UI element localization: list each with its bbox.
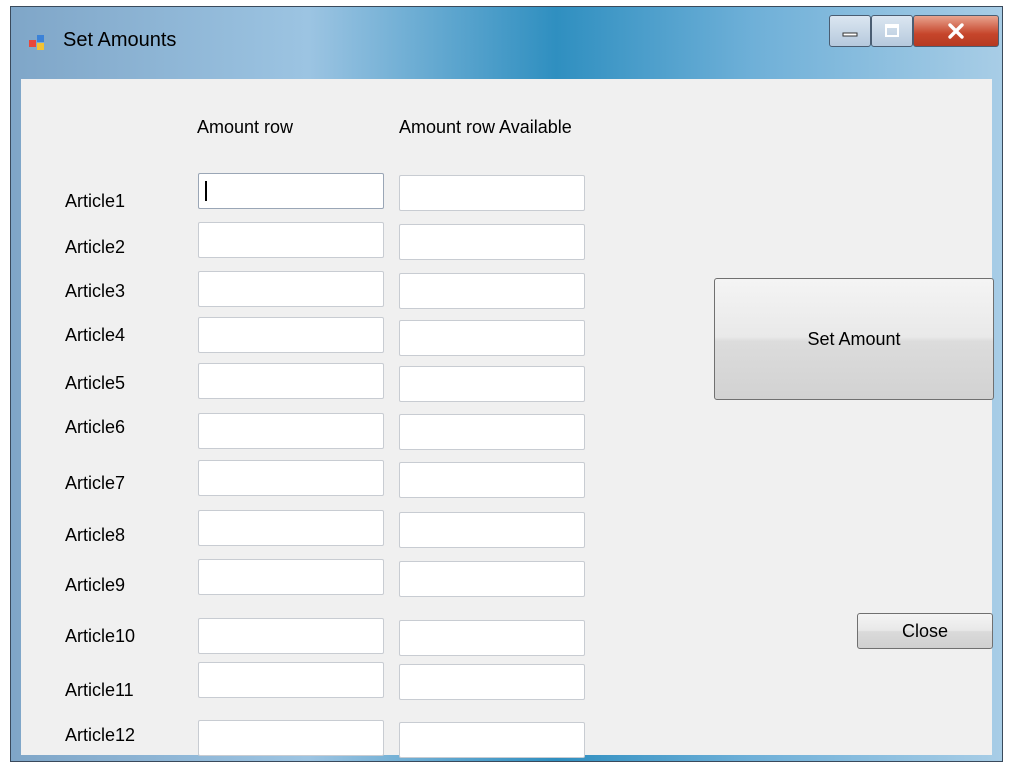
article-label: Article10 — [65, 626, 136, 646]
amount-input-article7[interactable] — [198, 460, 384, 496]
article-label: Article5 — [65, 373, 126, 393]
app-icon — [29, 35, 45, 51]
article-label: Article4 — [65, 325, 126, 345]
available-input-article8[interactable] — [399, 512, 585, 548]
text-caret — [205, 181, 207, 201]
available-input-article3[interactable] — [399, 273, 585, 309]
available-input-article12[interactable] — [399, 722, 585, 758]
article-label: Article3 — [65, 281, 126, 301]
available-input-article11[interactable] — [399, 664, 585, 700]
article-label: Article9 — [65, 575, 126, 595]
window-title: Set Amounts — [63, 29, 177, 51]
article-label: Article11 — [65, 680, 134, 700]
amount-row-header: Amount row — [197, 117, 294, 137]
available-input-article6[interactable] — [399, 414, 585, 450]
amount-input-article11[interactable] — [198, 662, 384, 698]
minimize-button[interactable] — [829, 15, 871, 47]
amount-input-article3[interactable] — [198, 271, 384, 307]
maximize-button[interactable] — [871, 15, 913, 47]
available-input-article4[interactable] — [399, 320, 585, 356]
app-window: Set Amounts Amount row Amount row Availa… — [10, 6, 1003, 762]
amount-input-article2[interactable] — [198, 222, 384, 258]
close-button[interactable]: Close — [857, 613, 993, 649]
minimize-icon — [842, 32, 858, 37]
amount-row-available-header: Amount row Available — [399, 117, 572, 137]
close-window-button[interactable] — [913, 15, 999, 47]
amount-input-article4[interactable] — [198, 317, 384, 353]
close-x-icon — [948, 23, 964, 39]
article-label: Article7 — [65, 473, 126, 493]
amount-input-article6[interactable] — [198, 413, 384, 449]
amount-input-article1[interactable] — [198, 173, 384, 209]
set-amount-button[interactable]: Set Amount — [714, 278, 994, 400]
maximize-icon — [885, 24, 899, 37]
available-input-article10[interactable] — [399, 620, 585, 656]
available-input-article7[interactable] — [399, 462, 585, 498]
article-label: Article8 — [65, 525, 126, 545]
amount-input-article5[interactable] — [198, 363, 384, 399]
article-label: Article1 — [65, 191, 126, 211]
available-input-article1[interactable] — [399, 175, 585, 211]
amount-input-article10[interactable] — [198, 618, 384, 654]
available-input-article5[interactable] — [399, 366, 585, 402]
form-client-area: Amount row Amount row Available Article1… — [21, 79, 994, 758]
available-input-article9[interactable] — [399, 561, 585, 597]
title-bar[interactable]: Set Amounts — [11, 7, 1002, 79]
available-input-article2[interactable] — [399, 224, 585, 260]
amount-input-article9[interactable] — [198, 559, 384, 595]
article-label: Article6 — [65, 417, 126, 437]
article-label: Article12 — [65, 725, 136, 745]
amount-input-article8[interactable] — [198, 510, 384, 546]
article-label: Article2 — [65, 237, 126, 257]
amount-input-article12[interactable] — [198, 720, 384, 756]
